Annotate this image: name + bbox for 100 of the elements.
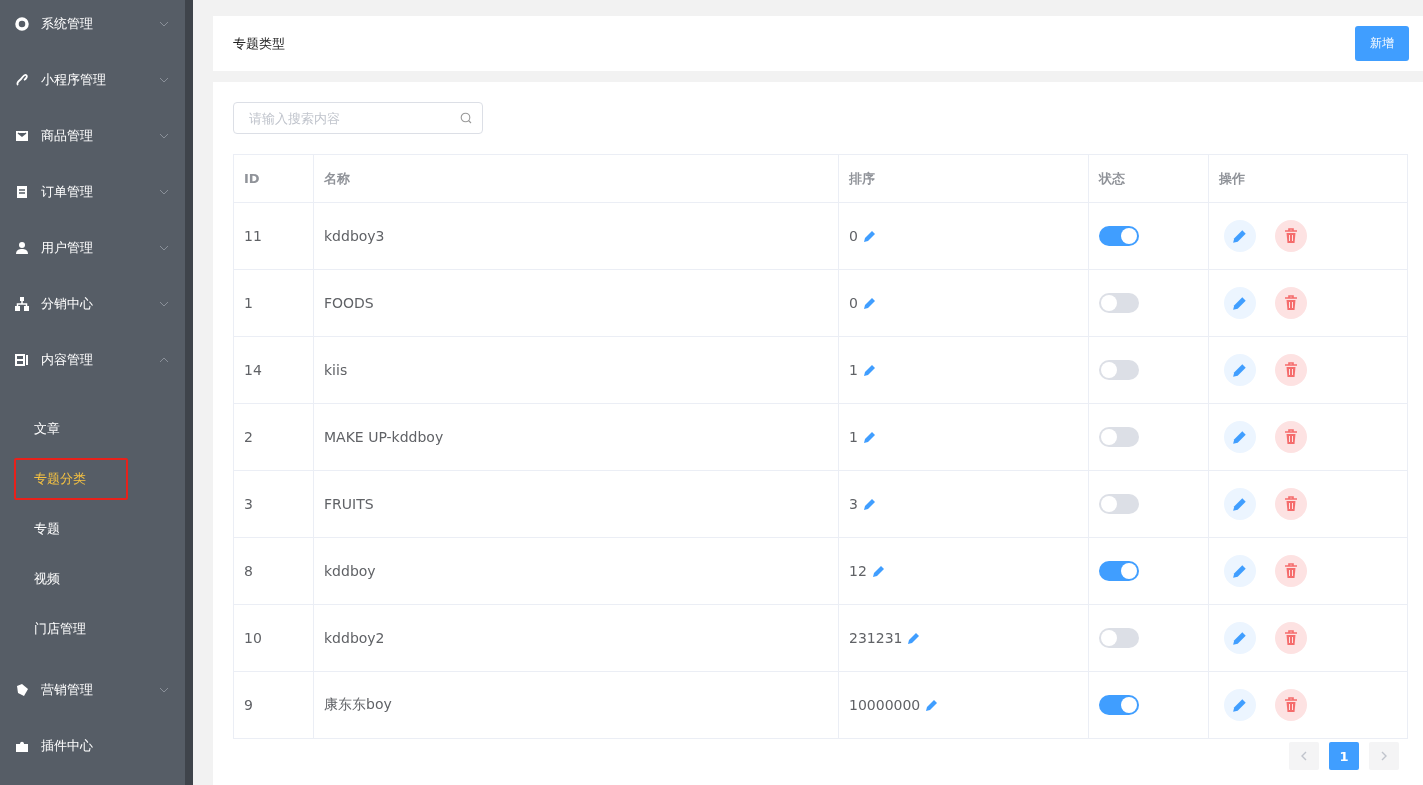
menu-label: 用户管理 [41, 239, 94, 257]
layout-icon [15, 353, 29, 367]
menu-item[interactable]: 用户管理 [0, 220, 185, 276]
table-cell: 8 [233, 537, 314, 605]
menu-item[interactable]: 插件中心 [0, 718, 185, 774]
sort-value: 1 [849, 429, 858, 445]
edit-button[interactable] [1224, 689, 1256, 721]
menu-item[interactable]: 内容管理 [0, 332, 185, 388]
trash-icon [1284, 630, 1298, 646]
edit-button[interactable] [1224, 622, 1256, 654]
delete-button[interactable] [1275, 220, 1307, 252]
trash-icon [1284, 429, 1298, 445]
toggle-switch[interactable] [1099, 561, 1139, 581]
pencil-icon[interactable] [862, 363, 877, 377]
table-cell: MAKE UP-kddboy [313, 403, 839, 471]
gear-icon [15, 17, 29, 31]
table-cell: 康东东boy [313, 671, 839, 739]
toggle-switch[interactable] [1099, 293, 1139, 313]
pencil-icon [1232, 228, 1248, 244]
sort-value: 0 [849, 228, 858, 244]
menu-label: 营销管理 [41, 681, 94, 699]
table-cell: kddboy3 [313, 202, 839, 270]
submenu-item[interactable]: 门店管理 [14, 608, 128, 650]
sort-value: 12 [849, 563, 867, 579]
submenu-item[interactable]: 专题分类 [14, 458, 128, 500]
trash-icon [1284, 295, 1298, 311]
delete-button[interactable] [1275, 689, 1307, 721]
edit-button[interactable] [1224, 287, 1256, 319]
pencil-icon [1232, 362, 1248, 378]
toggle-switch[interactable] [1099, 628, 1139, 648]
trash-icon [1284, 563, 1298, 579]
column-header: ID [233, 154, 314, 203]
table-cell: 14 [233, 336, 314, 404]
menu-label: 内容管理 [41, 351, 94, 369]
toggle-switch[interactable] [1099, 695, 1139, 715]
sort-value: 10000000 [849, 697, 921, 713]
delete-button[interactable] [1275, 622, 1307, 654]
delete-button[interactable] [1275, 488, 1307, 520]
sitemap-icon [15, 297, 29, 311]
table-cell: kddboy [313, 537, 839, 605]
edit-button[interactable] [1224, 354, 1256, 386]
sort-value: 0 [849, 295, 858, 311]
pencil-icon [1232, 563, 1248, 579]
search-field[interactable]: 请输入搜索内容 [233, 102, 483, 134]
menu-item[interactable]: 营销管理 [0, 662, 185, 718]
toggle-switch[interactable] [1099, 226, 1139, 246]
delete-button[interactable] [1275, 354, 1307, 386]
column-header: 名称 [313, 154, 839, 203]
envelope-icon [15, 129, 29, 143]
table-cell: 9 [233, 671, 314, 739]
pencil-icon [1232, 429, 1248, 445]
trash-icon [1284, 228, 1298, 244]
trash-icon [1284, 697, 1298, 713]
menu-item[interactable]: 系统管理 [0, 0, 185, 52]
submenu-item[interactable]: 文章 [14, 408, 128, 450]
menu-label: 插件中心 [41, 737, 94, 755]
pencil-icon[interactable] [862, 296, 877, 310]
delete-button[interactable] [1275, 287, 1307, 319]
table-cell: 10 [233, 604, 314, 672]
page-title: 专题类型 [233, 34, 285, 53]
edit-button[interactable] [1224, 220, 1256, 252]
chevron-right-icon [1381, 751, 1387, 761]
trash-icon [1284, 362, 1298, 378]
table-cell: FRUITS [313, 470, 839, 538]
table-cell: 1 [233, 269, 314, 337]
toggle-switch[interactable] [1099, 360, 1139, 380]
delete-button[interactable] [1275, 421, 1307, 453]
toggle-switch[interactable] [1099, 427, 1139, 447]
delete-button[interactable] [1275, 555, 1307, 587]
pencil-icon[interactable] [925, 698, 940, 712]
link-icon [15, 73, 29, 87]
pencil-icon[interactable] [862, 430, 877, 444]
toggle-switch[interactable] [1099, 494, 1139, 514]
pencil-icon[interactable] [862, 229, 877, 243]
pencil-icon[interactable] [862, 497, 877, 511]
edit-button[interactable] [1224, 555, 1256, 587]
clipboard-icon [15, 185, 29, 199]
edit-button[interactable] [1224, 421, 1256, 453]
table-cell: kiis [313, 336, 839, 404]
menu-item[interactable]: 商品管理 [0, 108, 185, 164]
edit-button[interactable] [1224, 488, 1256, 520]
submenu-item[interactable]: 视频 [14, 558, 128, 600]
table-cell: 2 [233, 403, 314, 471]
table-cell: 3 [233, 470, 314, 538]
sort-value: 231231 [849, 630, 903, 646]
pencil-icon [1232, 496, 1248, 512]
pencil-icon[interactable] [871, 564, 886, 578]
menu-label: 小程序管理 [41, 71, 107, 89]
pencil-icon[interactable] [907, 631, 922, 645]
chevron-left-icon [1301, 751, 1307, 761]
pencil-icon [1232, 697, 1248, 713]
menu-item[interactable]: 订单管理 [0, 164, 185, 220]
column-header: 操作 [1208, 154, 1408, 203]
menu-label: 订单管理 [41, 183, 94, 201]
menu-item[interactable]: 分销中心 [0, 276, 185, 332]
menu-label: 商品管理 [41, 127, 94, 145]
trash-icon [1284, 496, 1298, 512]
submenu-item[interactable]: 专题 [14, 508, 128, 550]
column-header: 排序 [838, 154, 1089, 203]
menu-item[interactable]: 小程序管理 [0, 52, 185, 108]
